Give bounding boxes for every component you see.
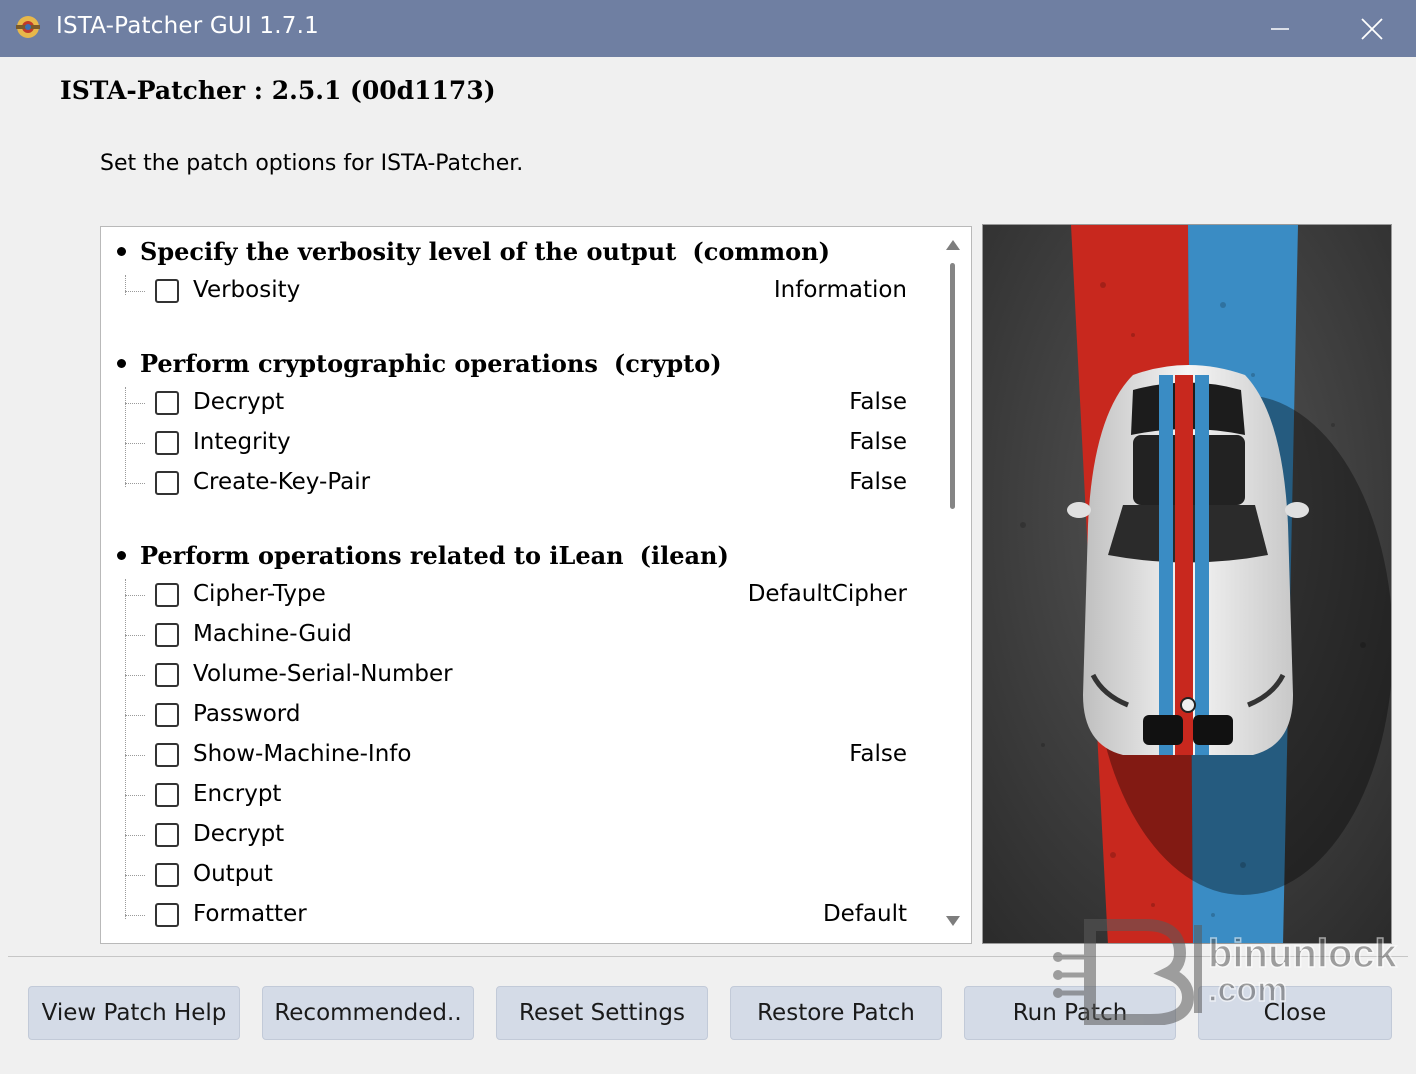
option-value[interactable]: False [849, 741, 907, 767]
checkbox[interactable] [155, 583, 179, 607]
option-row-output[interactable]: Output [101, 855, 933, 895]
option-row-volume-serial-number[interactable]: Volume-Serial-Number [101, 655, 933, 695]
title-bar: ISTA-Patcher GUI 1.7.1 [0, 0, 1416, 57]
app-icon [16, 16, 40, 38]
option-label: Encrypt [193, 781, 282, 807]
tree-branch [125, 595, 145, 596]
recommended-button[interactable]: Recommended.. [262, 986, 474, 1040]
checkbox[interactable] [155, 471, 179, 495]
tree-branch [125, 915, 145, 916]
option-row-machine-guid[interactable]: Machine-Guid [101, 615, 933, 655]
tree-branch [125, 483, 145, 484]
option-row-decrypt[interactable]: Decrypt False [101, 383, 933, 423]
checkbox[interactable] [155, 863, 179, 887]
option-row-encrypt[interactable]: Encrypt [101, 775, 933, 815]
option-label: Create-Key-Pair [193, 469, 371, 495]
tree-branch [125, 715, 145, 716]
bullet-icon [117, 550, 126, 560]
tree-branch [125, 635, 145, 636]
group-tag: (common) [692, 236, 830, 266]
option-label: Decrypt [193, 389, 285, 415]
option-value[interactable]: DefaultCipher [748, 581, 907, 607]
car-illustration [983, 225, 1391, 943]
group-header-crypto: Perform cryptographic operations (crypto… [117, 343, 722, 383]
option-row-ilean-decrypt[interactable]: Decrypt [101, 815, 933, 855]
option-row-password[interactable]: Password [101, 695, 933, 735]
option-label: Verbosity [193, 277, 301, 303]
option-row-formatter[interactable]: Formatter Default [101, 895, 933, 935]
tree-branch [125, 875, 145, 876]
option-row-create-key-pair[interactable]: Create-Key-Pair False [101, 463, 933, 503]
separator [8, 956, 1408, 957]
option-value[interactable]: False [849, 389, 907, 415]
option-label: Password [193, 701, 301, 727]
checkbox[interactable] [155, 703, 179, 727]
vertical-scrollbar[interactable] [933, 227, 971, 943]
checkbox[interactable] [155, 783, 179, 807]
checkbox[interactable] [155, 623, 179, 647]
option-label: Show-Machine-Info [193, 741, 412, 767]
close-window-button[interactable] [1340, 0, 1404, 57]
group-title: Specify the verbosity level of the outpu… [140, 236, 677, 266]
group-header-ilean: Perform operations related to iLean (ile… [117, 535, 729, 575]
checkbox[interactable] [155, 903, 179, 927]
option-label: Output [193, 861, 273, 887]
checkbox[interactable] [155, 823, 179, 847]
window-title: ISTA-Patcher GUI 1.7.1 [56, 13, 319, 39]
view-patch-help-button[interactable]: View Patch Help [28, 986, 240, 1040]
page-subtitle: Set the patch options for ISTA-Patcher. [100, 151, 524, 176]
tree-branch [125, 755, 145, 756]
option-row-integrity[interactable]: Integrity False [101, 423, 933, 463]
option-label: Volume-Serial-Number [193, 661, 453, 687]
close-icon [1361, 17, 1383, 40]
tree-branch [125, 675, 145, 676]
checkbox[interactable] [155, 431, 179, 455]
minimize-button[interactable] [1248, 0, 1312, 57]
close-button[interactable]: Close [1198, 986, 1392, 1040]
page-title: ISTA-Patcher : 2.5.1 (00d1173) [60, 76, 496, 105]
checkbox[interactable] [155, 391, 179, 415]
restore-patch-button[interactable]: Restore Patch [730, 986, 942, 1040]
minimize-icon [1271, 27, 1289, 30]
tree-branch [125, 835, 145, 836]
option-row-verbosity[interactable]: Verbosity Information [101, 271, 933, 311]
tree-branch [125, 291, 145, 292]
option-label: Cipher-Type [193, 581, 326, 607]
bullet-icon [117, 246, 126, 256]
option-value[interactable]: Default [823, 901, 907, 927]
scroll-down-button[interactable] [943, 911, 963, 931]
option-label: Formatter [193, 901, 307, 927]
triangle-up-icon [946, 240, 960, 250]
checkbox[interactable] [155, 743, 179, 767]
triangle-down-icon [946, 916, 960, 926]
reset-settings-button[interactable]: Reset Settings [496, 986, 708, 1040]
option-label: Machine-Guid [193, 621, 352, 647]
group-tag: (crypto) [613, 348, 722, 378]
option-row-show-machine-info[interactable]: Show-Machine-Info False [101, 735, 933, 775]
option-label: Integrity [193, 429, 291, 455]
option-value[interactable]: False [849, 429, 907, 455]
options-tree[interactable]: Specify the verbosity level of the outpu… [100, 226, 972, 944]
bullet-icon [117, 358, 126, 368]
tree-branch [125, 403, 145, 404]
tree-branch [125, 443, 145, 444]
option-label: Decrypt [193, 821, 285, 847]
group-header-common: Specify the verbosity level of the outpu… [117, 231, 830, 271]
car-top-view-image [982, 224, 1392, 944]
checkbox[interactable] [155, 663, 179, 687]
group-title: Perform cryptographic operations [140, 348, 598, 378]
tree-branch [125, 795, 145, 796]
scroll-up-button[interactable] [943, 235, 963, 255]
group-tag: (ilean) [639, 540, 729, 570]
option-value[interactable]: Information [774, 277, 907, 303]
option-row-cipher-type[interactable]: Cipher-Type DefaultCipher [101, 575, 933, 615]
group-title: Perform operations related to iLean [140, 540, 624, 570]
checkbox[interactable] [155, 279, 179, 303]
option-value[interactable]: False [849, 469, 907, 495]
run-patch-button[interactable]: Run Patch [964, 986, 1176, 1040]
scroll-thumb[interactable] [950, 263, 955, 509]
